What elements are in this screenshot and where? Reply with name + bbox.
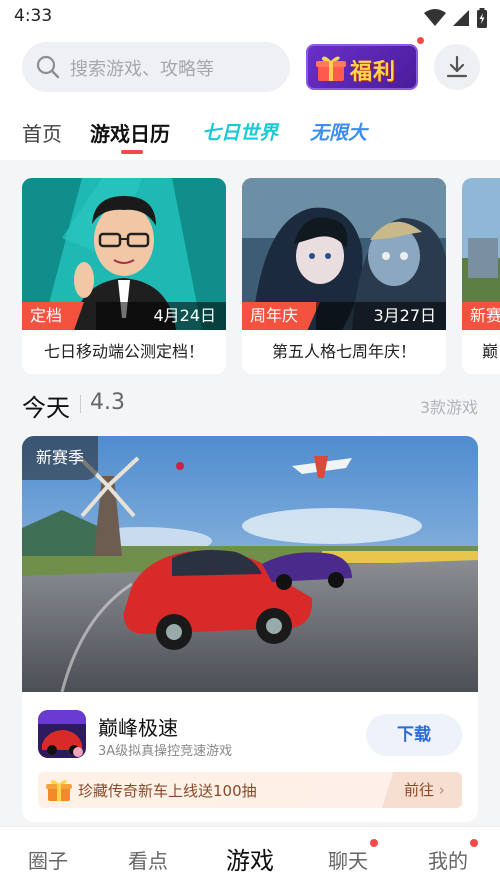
- screen: 4:33 搜索游戏、攻略等 福利 首页 游戏日历 七日世界 无限大 定档 4月2…: [0, 0, 500, 889]
- status-icons: [424, 8, 488, 28]
- event-card[interactable]: 新赛 巅: [462, 178, 500, 374]
- season-badge: 新赛季: [22, 436, 99, 480]
- nav-item-highlights[interactable]: 看点: [128, 845, 168, 874]
- game-count: 3款游戏: [419, 398, 478, 417]
- me-notification-dot: [470, 839, 478, 847]
- game-card[interactable]: 新赛季 巅峰极速 3A级拟真操控竞速游戏 下载 珍藏传奇新车上线送100抽 前往…: [22, 436, 478, 822]
- tab-game-calendar[interactable]: 游戏日历: [90, 118, 170, 147]
- event-tag: 定档: [22, 302, 85, 330]
- event-tag: 周年庆: [242, 302, 321, 330]
- game-name: 巅峰极速: [98, 716, 178, 740]
- promo-banner[interactable]: 珍藏传奇新车上线送100抽 前往 ›: [38, 772, 462, 808]
- battery-icon: [477, 8, 487, 28]
- nav-item-me[interactable]: 我的: [428, 845, 468, 874]
- download-icon: [446, 55, 468, 78]
- game-description: 3A级拟真操控竞速游戏: [98, 744, 233, 759]
- tab-wuxianda[interactable]: 无限大: [310, 118, 367, 145]
- nav-item-circle[interactable]: 圈子: [28, 845, 68, 874]
- top-tabs: 首页 游戏日历 七日世界 无限大: [0, 114, 500, 158]
- gift-icon: [46, 780, 72, 801]
- chat-notification-dot: [370, 839, 378, 847]
- search-bar[interactable]: 搜索游戏、攻略等: [22, 42, 290, 92]
- search-placeholder: 搜索游戏、攻略等: [70, 59, 214, 80]
- game-icon: [38, 710, 86, 758]
- divider: [80, 395, 81, 413]
- welfare-label: 福利: [350, 60, 397, 85]
- event-title: 巅: [482, 342, 499, 361]
- status-bar: 4:33: [0, 0, 500, 34]
- welfare-notification-dot: [417, 37, 424, 44]
- promo-go-button[interactable]: 前往 ›: [382, 772, 462, 808]
- status-time: 4:33: [14, 6, 53, 26]
- today-header: 今天 4.3 3款游戏: [0, 378, 500, 430]
- search-icon: [36, 55, 60, 79]
- welfare-banner-button[interactable]: 福利: [306, 44, 418, 90]
- event-carousel[interactable]: 定档 4月24日 七日移动端公测定档！ 周年庆 3月27日 第五人格七周年庆！ …: [0, 162, 500, 378]
- chevron-right-icon: ›: [438, 781, 445, 799]
- nav-item-games[interactable]: 游戏: [226, 841, 274, 876]
- active-tab-indicator: [121, 150, 143, 154]
- today-date: 4.3: [90, 390, 125, 415]
- tab-home[interactable]: 首页: [22, 118, 62, 147]
- header: 搜索游戏、攻略等 福利 首页 游戏日历 七日世界 无限大: [0, 34, 500, 160]
- tab-seven-days-world[interactable]: 七日世界: [202, 118, 278, 145]
- download-button[interactable]: 下载: [366, 714, 462, 756]
- download-manager-button[interactable]: [434, 44, 480, 90]
- event-tag: 新赛: [462, 302, 500, 330]
- event-card[interactable]: 周年庆 3月27日 第五人格七周年庆！: [242, 178, 446, 374]
- promo-go-label: 前往: [404, 781, 435, 799]
- event-date: 4月24日: [96, 302, 226, 330]
- promo-text: 珍藏传奇新车上线送100抽: [78, 782, 257, 800]
- bottom-nav: 圈子 看点 游戏 聊天 我的: [0, 826, 500, 889]
- event-title: 七日移动端公测定档！: [43, 342, 204, 361]
- event-card[interactable]: 定档 4月24日 七日移动端公测定档！: [22, 178, 226, 374]
- event-date: 3月27日: [316, 302, 446, 330]
- wifi-icon: [424, 9, 446, 26]
- nav-item-chat[interactable]: 聊天: [328, 845, 368, 874]
- signal-icon: [453, 10, 469, 26]
- gift-icon: [316, 56, 346, 81]
- event-title: 第五人格七周年庆！: [271, 342, 416, 361]
- today-label: 今天: [22, 394, 70, 422]
